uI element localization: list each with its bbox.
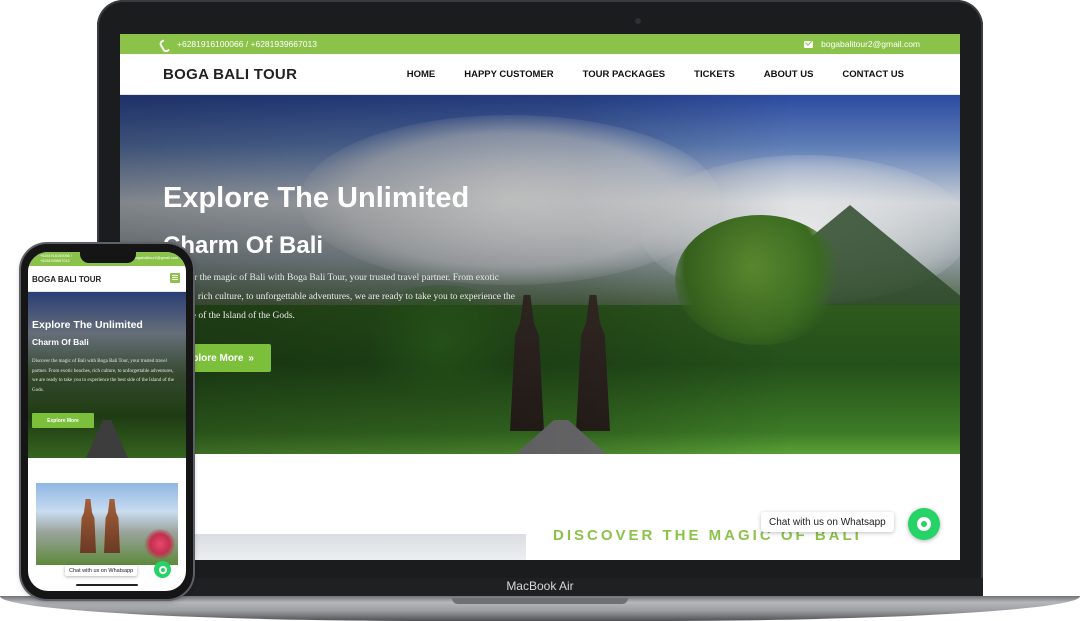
- hero-title: Explore The Unlimited Charm Of Bali: [163, 175, 583, 269]
- nav-home[interactable]: HOME: [407, 69, 436, 80]
- phone-hero: Explore The Unlimited Charm Of Bali Disc…: [28, 292, 186, 458]
- phone-numbers: +6281916100066 / +6281939667013: [177, 39, 317, 49]
- camera-dot: [635, 18, 641, 24]
- phone-screen: +6281916100066 / +6281939667013 bogabali…: [28, 252, 186, 591]
- phone-notch: [80, 252, 136, 263]
- phone-explore-more-label: Explore More: [47, 417, 79, 424]
- phone-hero-title-line1: Explore The Unlimited: [32, 319, 143, 331]
- brand-logo[interactable]: BOGA BALI TOUR: [163, 66, 297, 83]
- nav-tour-packages[interactable]: TOUR PACKAGES: [583, 69, 666, 80]
- phone-contact[interactable]: +6281916100066 / +6281939667013: [160, 39, 317, 49]
- navbar: BOGA BALI TOUR HOME HAPPY CUSTOMER TOUR …: [120, 54, 960, 95]
- email-address: bogabalitour2@gmail.com: [821, 39, 920, 49]
- phone-hero-description: Discover the magic of Bali with Boga Bal…: [32, 359, 175, 393]
- main-nav: HOME HAPPY CUSTOMER TOUR PACKAGES TICKET…: [407, 69, 904, 80]
- flowers: [144, 529, 176, 559]
- phone-topbar-phone[interactable]: +6281916100066 / +6281939667013: [40, 254, 80, 263]
- phone-icon: [160, 40, 169, 49]
- nav-tickets[interactable]: TICKETS: [694, 69, 735, 80]
- whatsapp-chat-label[interactable]: Chat with us on Whatsapp: [761, 512, 894, 532]
- hero-banner: Explore The Unlimited Charm Of Bali Disc…: [120, 95, 960, 454]
- top-contact-bar: +6281916100066 / +6281939667013 bogabali…: [120, 34, 960, 54]
- laptop-screen: +6281916100066 / +6281939667013 bogabali…: [120, 34, 960, 560]
- phone-whatsapp-chat-button[interactable]: [154, 561, 171, 578]
- whatsapp-icon: [917, 517, 931, 531]
- hero-description: Discover the magic of Bali with Boga Bal…: [163, 273, 515, 321]
- phone-brand-logo[interactable]: BOGA BALI TOUR: [32, 275, 101, 284]
- laptop-notch: [452, 598, 628, 604]
- whatsapp-chat-button[interactable]: [908, 508, 940, 540]
- nav-about-us[interactable]: ABOUT US: [764, 69, 814, 80]
- double-chevron-down-icon: »: [248, 352, 254, 364]
- nav-contact-us[interactable]: CONTACT US: [842, 69, 904, 80]
- temple-tower: [80, 499, 96, 553]
- phone-explore-more-button[interactable]: Explore More: [32, 413, 94, 428]
- phone-temple-image: [36, 483, 178, 565]
- phone-whatsapp-chat-label[interactable]: Chat with us on Whatsapp: [65, 565, 138, 576]
- temple-tower: [104, 499, 120, 553]
- hero-title-line1: Explore The Unlimited: [163, 182, 470, 214]
- whatsapp-icon: [158, 565, 167, 574]
- hero-title-line2: Charm Of Bali: [163, 232, 324, 259]
- section-image: [180, 534, 526, 560]
- nav-happy-customer[interactable]: HAPPY CUSTOMER: [464, 69, 553, 80]
- phone-home-indicator: [76, 584, 138, 586]
- phone-topbar-email[interactable]: bogabalitour2@gmail.com: [134, 256, 178, 261]
- phone-hero-title-line2: Charm Of Bali: [32, 337, 89, 347]
- phone-navbar: BOGA BALI TOUR: [28, 266, 186, 292]
- email-contact[interactable]: bogabalitour2@gmail.com: [804, 39, 920, 49]
- envelope-icon: [804, 40, 814, 48]
- hamburger-menu-icon[interactable]: [170, 273, 180, 283]
